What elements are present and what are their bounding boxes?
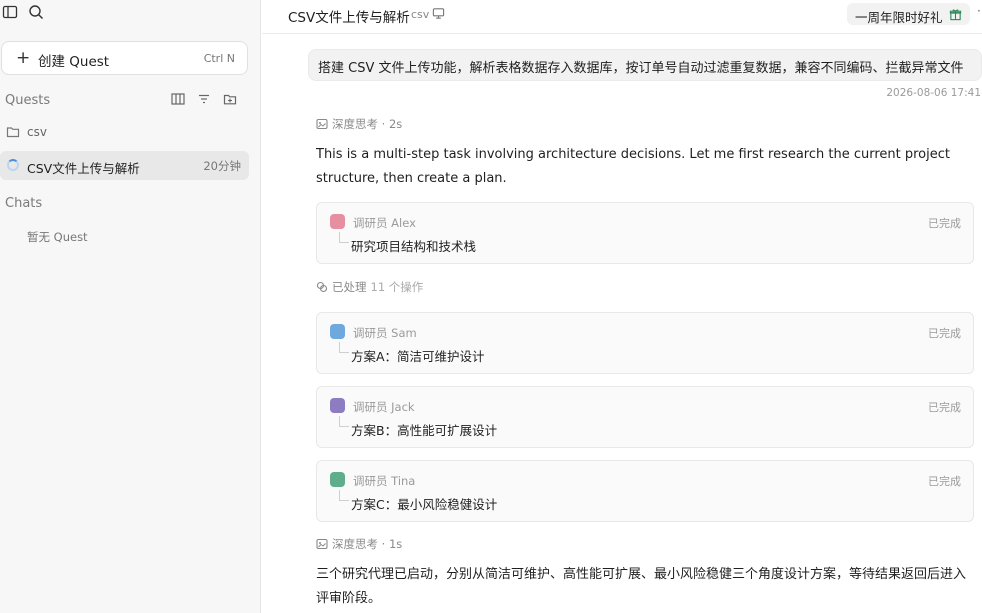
agent-card[interactable]: 调研员 Tina 已完成 方案C：最小风险稳健设计 bbox=[316, 460, 974, 522]
agent-task: 方案A：简洁可维护设计 bbox=[351, 349, 485, 364]
monitor-icon[interactable] bbox=[432, 7, 446, 21]
agent-name: 调研员 Tina bbox=[353, 474, 416, 488]
agent-status: 已完成 bbox=[928, 217, 961, 230]
promo-button[interactable]: 一周年限时好礼 bbox=[847, 3, 970, 25]
page-title: CSV文件上传与解析 bbox=[288, 10, 410, 26]
new-folder-icon[interactable] bbox=[223, 92, 241, 108]
new-quest-button[interactable]: + 创建 Quest Ctrl N bbox=[1, 41, 248, 75]
avatar bbox=[330, 324, 345, 339]
columns-icon[interactable] bbox=[171, 92, 189, 108]
think-label: 深度思考 · 2s bbox=[332, 117, 403, 131]
agent-name: 调研员 Alex bbox=[353, 216, 416, 230]
agent-status: 已完成 bbox=[928, 401, 961, 414]
sidebar-toggle-icon[interactable] bbox=[2, 4, 20, 22]
plus-icon: + bbox=[16, 48, 31, 68]
folder-label: csv bbox=[27, 125, 47, 139]
processed-indicator[interactable]: 已处理 11 个操作 bbox=[316, 279, 423, 295]
quest-item-title: CSV文件上传与解析 bbox=[27, 161, 140, 176]
message-timestamp: 2026-08-06 17:41 bbox=[886, 87, 981, 99]
chats-empty-text: 暂无 Quest bbox=[27, 230, 88, 244]
think-icon bbox=[316, 118, 328, 130]
agent-task: 研究项目结构和技术栈 bbox=[351, 239, 477, 254]
tree-branch bbox=[339, 342, 349, 353]
user-message-bubble: 搭建 CSV 文件上传功能，解析表格数据存入数据库，按订单号自动过滤重复数据，兼… bbox=[308, 49, 982, 81]
assistant-paragraph: This is a multi-step task involving arch… bbox=[316, 147, 950, 186]
gift-icon bbox=[949, 8, 962, 21]
processed-count: 11 个操作 bbox=[370, 280, 424, 294]
agent-card[interactable]: 调研员 Alex 已完成 研究项目结构和技术栈 bbox=[316, 202, 974, 264]
agent-card[interactable]: 调研员 Sam 已完成 方案A：简洁可维护设计 bbox=[316, 312, 974, 374]
spinner-icon bbox=[7, 159, 19, 171]
search-icon[interactable] bbox=[28, 4, 46, 22]
folder-item-csv[interactable]: csv bbox=[0, 122, 261, 144]
processed-icon bbox=[316, 281, 328, 293]
sidebar-toolbar bbox=[0, 0, 261, 28]
quest-item-active[interactable]: CSV文件上传与解析 20分钟 bbox=[0, 151, 249, 180]
quest-item-time: 20分钟 bbox=[203, 159, 241, 173]
agent-card[interactable]: 调研员 Jack 已完成 方案B：高性能可扩展设计 bbox=[316, 386, 974, 448]
agent-task: 方案C：最小风险稳健设计 bbox=[351, 497, 498, 512]
processed-label: 已处理 bbox=[332, 280, 367, 294]
think-icon bbox=[316, 538, 328, 550]
new-quest-label: 创建 Quest bbox=[38, 54, 110, 70]
promo-label: 一周年限时好礼 bbox=[855, 10, 943, 25]
think-indicator[interactable]: 深度思考 · 2s bbox=[316, 116, 402, 132]
user-message-text: 搭建 CSV 文件上传功能，解析表格数据存入数据库，按订单号自动过滤重复数据，兼… bbox=[318, 61, 964, 76]
think-indicator[interactable]: 深度思考 · 1s bbox=[316, 536, 402, 552]
avatar bbox=[330, 472, 345, 487]
tree-branch bbox=[339, 232, 349, 243]
sidebar: + 创建 Quest Ctrl N Quests csv CSV文件上传与解析 … bbox=[0, 0, 261, 613]
new-quest-shortcut: Ctrl N bbox=[203, 52, 235, 65]
agent-status: 已完成 bbox=[928, 475, 961, 488]
assistant-paragraph: 三个研究代理已启动，分别从简洁可维护、高性能可扩展、最小风险稳健三个角度设计方案… bbox=[316, 567, 967, 606]
agent-name: 调研员 Jack bbox=[353, 400, 415, 414]
chats-section-title: Chats bbox=[5, 196, 43, 211]
avatar bbox=[330, 398, 345, 413]
quests-section-title: Quests bbox=[5, 93, 51, 108]
tree-branch bbox=[339, 490, 349, 501]
tree-branch bbox=[339, 416, 349, 427]
filter-icon[interactable] bbox=[197, 92, 215, 108]
more-menu[interactable]: · bbox=[977, 4, 981, 18]
avatar bbox=[330, 214, 345, 229]
agent-name: 调研员 Sam bbox=[353, 326, 417, 340]
agent-task: 方案B：高性能可扩展设计 bbox=[351, 423, 498, 438]
agent-status: 已完成 bbox=[928, 327, 961, 340]
top-header: CSV文件上传与解析 csv 一周年限时好礼 · bbox=[262, 0, 982, 34]
folder-icon bbox=[6, 125, 20, 139]
folder-tag: csv bbox=[411, 8, 430, 21]
think-label: 深度思考 · 1s bbox=[332, 537, 403, 551]
